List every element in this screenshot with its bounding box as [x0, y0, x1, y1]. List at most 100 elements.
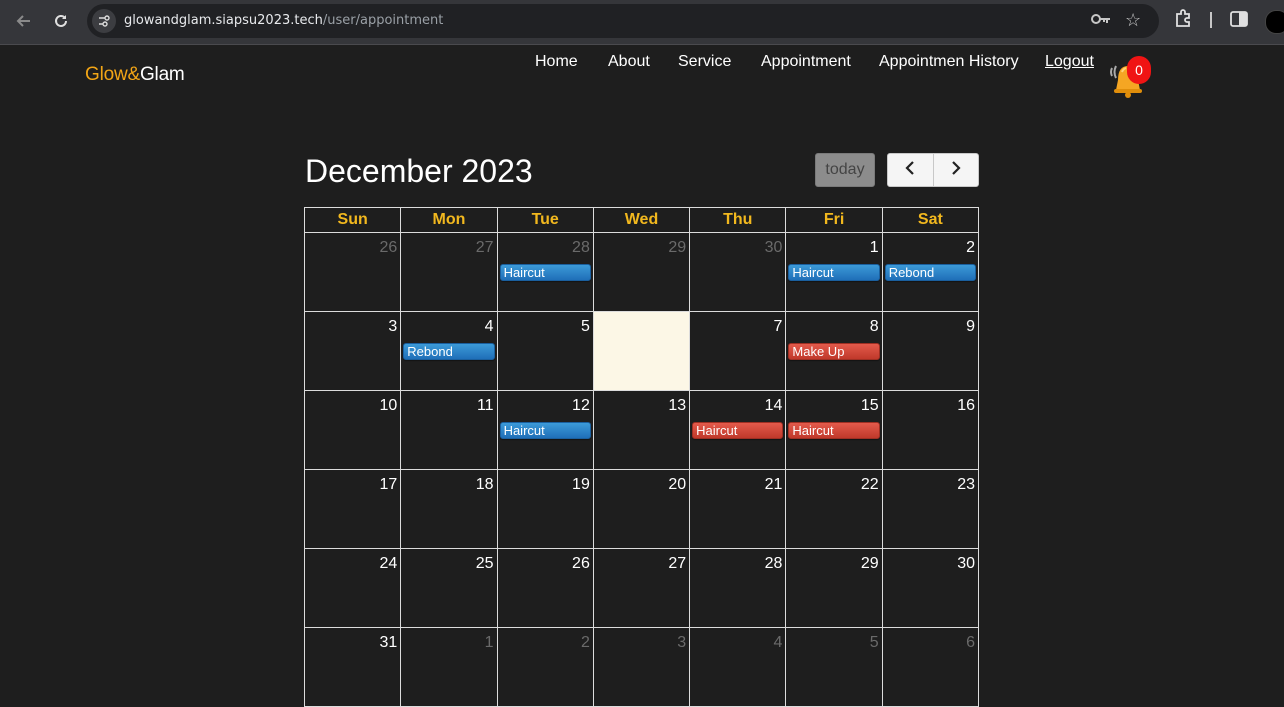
appointment-event[interactable]: Haircut: [499, 422, 591, 439]
calendar-day-cell[interactable]: 27: [400, 232, 498, 312]
calendar-week-row: 26 27 28 Haircut 29 30 1 Haircut 2 Rebond: [303, 232, 980, 312]
calendar-day-cell[interactable]: 16: [881, 390, 980, 470]
calendar-day-cell[interactable]: 14 Haircut: [689, 390, 787, 470]
calendar-day-cell[interactable]: 21: [689, 469, 787, 549]
calendar-day-cell-today[interactable]: 6: [592, 311, 691, 391]
calendar-day-cell[interactable]: 20: [592, 469, 691, 549]
calendar-day-cell[interactable]: 30: [881, 548, 980, 628]
calendar-day-cell[interactable]: 2: [496, 627, 594, 707]
calendar-day-cell[interactable]: 31: [303, 627, 402, 707]
password-key-icon[interactable]: [1091, 12, 1111, 31]
day-number: 7: [773, 318, 783, 335]
day-number: 11: [476, 397, 494, 414]
previous-month-button[interactable]: [888, 154, 934, 186]
appointment-event[interactable]: Haircut: [788, 264, 880, 281]
calendar-day-cell[interactable]: 15 Haircut: [785, 390, 883, 470]
day-number: 18: [475, 476, 494, 493]
nav-appointment[interactable]: Appointment: [761, 53, 851, 71]
calendar-day-cell[interactable]: 5: [496, 311, 594, 391]
calendar-day-cell[interactable]: 12 Haircut: [496, 390, 594, 470]
weekday-header: Fri: [785, 207, 883, 233]
day-number: 10: [379, 397, 398, 414]
day-number: 3: [677, 634, 687, 651]
calendar-day-cell[interactable]: 8 Make Up: [785, 311, 883, 391]
calendar-day-cell[interactable]: 4 Rebond: [400, 311, 498, 391]
day-number: 4: [773, 634, 783, 651]
calendar-day-cell[interactable]: 28 Haircut: [496, 232, 594, 312]
calendar-title: December 2023: [305, 153, 533, 189]
calendar-day-cell[interactable]: 22: [785, 469, 883, 549]
calendar-day-cell[interactable]: 30: [689, 232, 787, 312]
calendar-day-cell[interactable]: 6: [881, 627, 980, 707]
side-panel-icon[interactable]: [1230, 11, 1248, 32]
calendar-day-cell[interactable]: 5: [785, 627, 883, 707]
day-number: 12: [572, 397, 590, 414]
calendar-day-cell[interactable]: 2 Rebond: [881, 232, 980, 312]
appointment-event[interactable]: Make Up: [788, 343, 880, 360]
calendar-day-cell[interactable]: 7: [689, 311, 787, 391]
calendar-day-cell[interactable]: 4: [689, 627, 787, 707]
profile-avatar-icon[interactable]: [1265, 10, 1284, 34]
calendar-day-cell[interactable]: 23: [881, 469, 980, 549]
appointment-event[interactable]: Rebond: [884, 264, 976, 281]
site-info-icon[interactable]: [92, 9, 116, 33]
day-number: 17: [379, 476, 398, 493]
appointment-event[interactable]: Rebond: [403, 343, 495, 360]
calendar-day-cell[interactable]: 27: [592, 548, 691, 628]
day-number: 5: [869, 634, 879, 651]
calendar-day-cell[interactable]: 19: [496, 469, 594, 549]
day-number: 25: [475, 555, 494, 572]
calendar-day-cell[interactable]: 18: [400, 469, 498, 549]
nav-service[interactable]: Service: [678, 53, 731, 71]
reload-icon[interactable]: [47, 7, 75, 35]
nav-home[interactable]: Home: [535, 53, 578, 71]
nav-appointment-history[interactable]: Appointmen History: [879, 53, 1019, 71]
calendar-day-cell[interactable]: 29: [592, 232, 691, 312]
day-number: 4: [484, 318, 494, 335]
calendar-day-cell[interactable]: 28: [689, 548, 787, 628]
day-number: 15: [860, 397, 879, 414]
appointment-event[interactable]: Haircut: [692, 422, 784, 439]
back-arrow-icon[interactable]: [10, 7, 38, 35]
today-button[interactable]: today: [815, 153, 875, 187]
weekday-header-row: Sun Mon Tue Wed Thu Fri Sat: [303, 207, 980, 233]
calendar-day-cell[interactable]: 1 Haircut: [785, 232, 883, 312]
address-bar[interactable]: glowandglam.siapsu2023.tech/user/appoint…: [87, 4, 1159, 38]
day-number: 23: [957, 476, 975, 493]
calendar-day-cell[interactable]: 26: [303, 232, 402, 312]
bookmark-star-icon[interactable]: ☆: [1125, 10, 1141, 31]
calendar-day-cell[interactable]: 3: [303, 311, 402, 391]
next-month-button[interactable]: [934, 154, 979, 186]
extensions-icon[interactable]: [1174, 9, 1192, 32]
day-number: 28: [572, 239, 590, 256]
calendar-day-cell[interactable]: 11: [400, 390, 498, 470]
day-number: 28: [764, 555, 783, 572]
site-logo[interactable]: Glow&Glam: [85, 64, 185, 86]
day-number: 27: [475, 239, 494, 256]
calendar-day-cell[interactable]: 13: [592, 390, 691, 470]
calendar-day-cell[interactable]: 26: [496, 548, 594, 628]
calendar-day-cell[interactable]: 10: [303, 390, 402, 470]
calendar-day-cell[interactable]: 25: [400, 548, 498, 628]
appointment-event[interactable]: Haircut: [788, 422, 880, 439]
weekday-header: Tue: [496, 207, 594, 233]
calendar-day-cell[interactable]: 29: [785, 548, 883, 628]
calendar-day-cell[interactable]: 24: [303, 548, 402, 628]
day-number: 2: [580, 634, 590, 651]
calendar-day-cell[interactable]: 1: [400, 627, 498, 707]
url-text: glowandglam.siapsu2023.tech/user/appoint…: [124, 13, 443, 28]
day-number: 16: [957, 397, 975, 414]
nav-about[interactable]: About: [608, 53, 650, 71]
day-number: 26: [379, 239, 398, 256]
nav-logout[interactable]: Logout: [1045, 53, 1094, 71]
calendar-day-cell[interactable]: 9: [881, 311, 980, 391]
appointment-event[interactable]: Haircut: [499, 264, 591, 281]
calendar-day-cell[interactable]: 3: [592, 627, 691, 707]
day-number: 1: [484, 634, 494, 651]
logo-part-glam: Glam: [139, 64, 185, 85]
chevron-right-icon: [950, 160, 962, 180]
day-number: 6: [677, 318, 687, 335]
weekday-header: Wed: [592, 207, 691, 233]
calendar-day-cell[interactable]: 17: [303, 469, 402, 549]
toolbar-divider: [1210, 12, 1212, 28]
